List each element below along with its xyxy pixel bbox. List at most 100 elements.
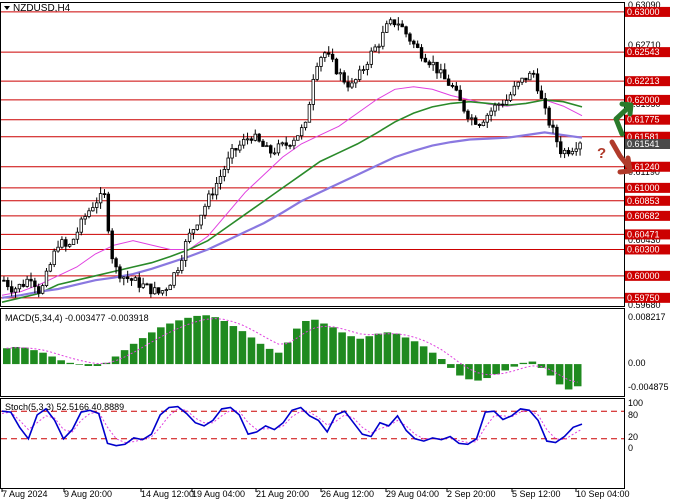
level-label: 0.62543 [627,47,660,57]
macd-bar [537,364,546,368]
macd-bar [12,346,20,365]
candle-bull [512,85,517,96]
candle-bear [454,85,459,91]
macd-axis-zero-label: 0.00 [628,358,646,368]
candle-bull [133,277,138,281]
macd-bar [401,337,410,365]
macd-bar [501,364,509,371]
candle-bull [44,270,49,287]
candle-bear [269,145,273,154]
time-label: 29 Aug 04:00 [386,489,439,499]
candle-bull [396,23,401,26]
candle-bear [145,283,149,286]
macd-bar [465,364,473,380]
candle-bull [56,246,60,252]
candle-bear [234,148,238,151]
macd-bar [519,362,528,365]
macd-bar [474,364,482,381]
candle-bear [334,58,339,75]
candle-bull [13,288,18,293]
macd-bar [202,315,210,365]
candle-bull [245,138,250,141]
candle-bear [415,43,420,48]
candle-bull [377,45,381,48]
candle-bull [350,82,354,88]
candle-bull [481,121,486,126]
candle-bear [9,286,14,293]
stoch-axis-0-label: 0 [628,443,633,453]
level-label: 0.60300 [627,244,660,254]
candle-bear [257,133,261,142]
candle-bull [83,216,87,220]
nzdusd-h4-chart[interactable]: NZDUSD,H4 0.63090 0.62710 0.61950 0.6119… [0,0,700,500]
candle-bear [531,72,536,75]
macd-bar [274,352,283,365]
macd-bar [21,347,29,365]
level-label: 0.60471 [627,229,660,239]
macd-bar [302,320,310,365]
candle-bull [218,175,223,184]
candle-bull [439,69,443,74]
macd-bar [383,332,392,365]
candle-bull [493,104,497,112]
candle-bear [539,90,544,99]
time-label: 5 Sep 12:00 [512,489,561,499]
level-label: 0.61775 [627,115,660,125]
macd-bar [356,338,364,365]
macd-bar [220,320,229,365]
candle-bull [226,157,230,170]
candle-bear [392,19,397,26]
candle-bear [473,117,478,125]
candle-bull [357,69,362,80]
candle-bull [381,31,385,47]
candle-bear [102,193,107,196]
candle-bull [570,150,575,155]
candle-bull [75,231,80,240]
candle-bull [354,79,358,84]
level-label: 0.63000 [627,7,660,17]
question-mark-annotation: ? [597,145,606,162]
candle-bear [129,278,134,281]
candle-bear [524,77,528,81]
time-label: 19 Aug 04:00 [192,489,245,499]
macd-bar [456,364,464,376]
level-label: 0.60682 [627,211,660,221]
candle-bull [280,142,285,145]
macd-bar [492,364,500,375]
macd-bar [256,343,265,365]
macd-bar [238,331,247,365]
time-label: 10 Sep 04:00 [576,489,630,499]
candle-bull [60,239,64,248]
stoch-axis-20-label: 20 [628,432,638,442]
macd-bar [528,361,537,365]
candle-bear [412,40,416,45]
candle-bull [241,138,246,146]
macd-bar [329,327,337,365]
candle-bear [327,52,331,55]
level-label: 0.62213 [627,76,660,86]
candle-bear [408,33,412,42]
candle-bear [33,280,37,287]
candle-bull [369,50,373,65]
candle-bear [450,84,455,87]
candle-bull [272,152,277,155]
candle-bull [338,72,343,75]
macd-label: MACD(5,34,4) -0.003477 -0.003918 [5,313,149,323]
candle-bull [303,121,308,129]
candle-bear [346,81,350,88]
candle-bull [172,272,176,286]
macd-axis-bottom-label: -0.004875 [628,382,669,392]
candle-bull [276,143,281,154]
candle-bear [342,72,346,83]
macd-bar [193,315,201,365]
candle-bear [106,193,111,232]
candle-bull [520,77,524,83]
candle-bull [265,145,269,148]
candle-bull [67,244,72,247]
stoch-label: Stoch(5,3,3) 52.5166 40.8889 [5,402,124,412]
candle-bull [388,19,393,25]
candle-bear [29,278,33,282]
candle-bull [365,63,370,70]
candle-bear [400,23,404,28]
candle-bull [504,100,509,105]
